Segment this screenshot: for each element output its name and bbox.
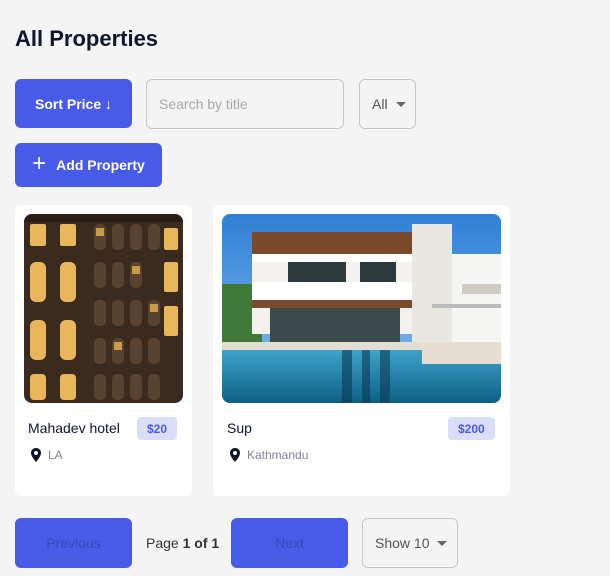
page-size-select[interactable]: Show 10	[362, 518, 458, 568]
price-badge: $20	[137, 417, 178, 440]
property-type-select-value: All	[372, 96, 388, 112]
page-title: All Properties	[15, 26, 159, 51]
page-prefix: Page	[146, 535, 179, 551]
property-title: Mahadev hotel	[28, 420, 120, 436]
previous-button[interactable]: Previous	[15, 518, 132, 568]
search-input[interactable]	[146, 79, 344, 129]
add-property-button[interactable]: + Add Property	[15, 143, 162, 187]
property-image	[222, 214, 501, 403]
page-indicator: Page 1 of 1	[146, 535, 219, 551]
price-badge: $200	[448, 417, 495, 440]
add-property-label: Add Property	[56, 157, 145, 173]
sort-price-button[interactable]: Sort Price ↓	[15, 79, 132, 128]
plus-icon: +	[32, 150, 47, 177]
location-pin-icon	[230, 448, 240, 462]
location-text: LA	[48, 448, 63, 462]
property-location: Kathmandu	[229, 448, 308, 462]
caret-down-icon	[395, 101, 406, 107]
location-pin-icon	[31, 448, 41, 462]
page-size-value: Show 10	[375, 535, 430, 551]
location-text: Kathmandu	[247, 448, 309, 462]
property-title: Sup	[227, 420, 252, 436]
property-card[interactable]: Mahadev hotel $20 LA	[15, 205, 192, 496]
page-current: 1 of 1	[182, 535, 220, 551]
property-card[interactable]: Sup $200 Kathmandu	[213, 205, 510, 496]
property-type-select[interactable]: All	[359, 79, 416, 129]
next-button[interactable]: Next	[231, 518, 348, 568]
caret-down-icon	[437, 540, 448, 546]
property-location: LA	[30, 448, 63, 462]
property-image	[24, 214, 183, 403]
